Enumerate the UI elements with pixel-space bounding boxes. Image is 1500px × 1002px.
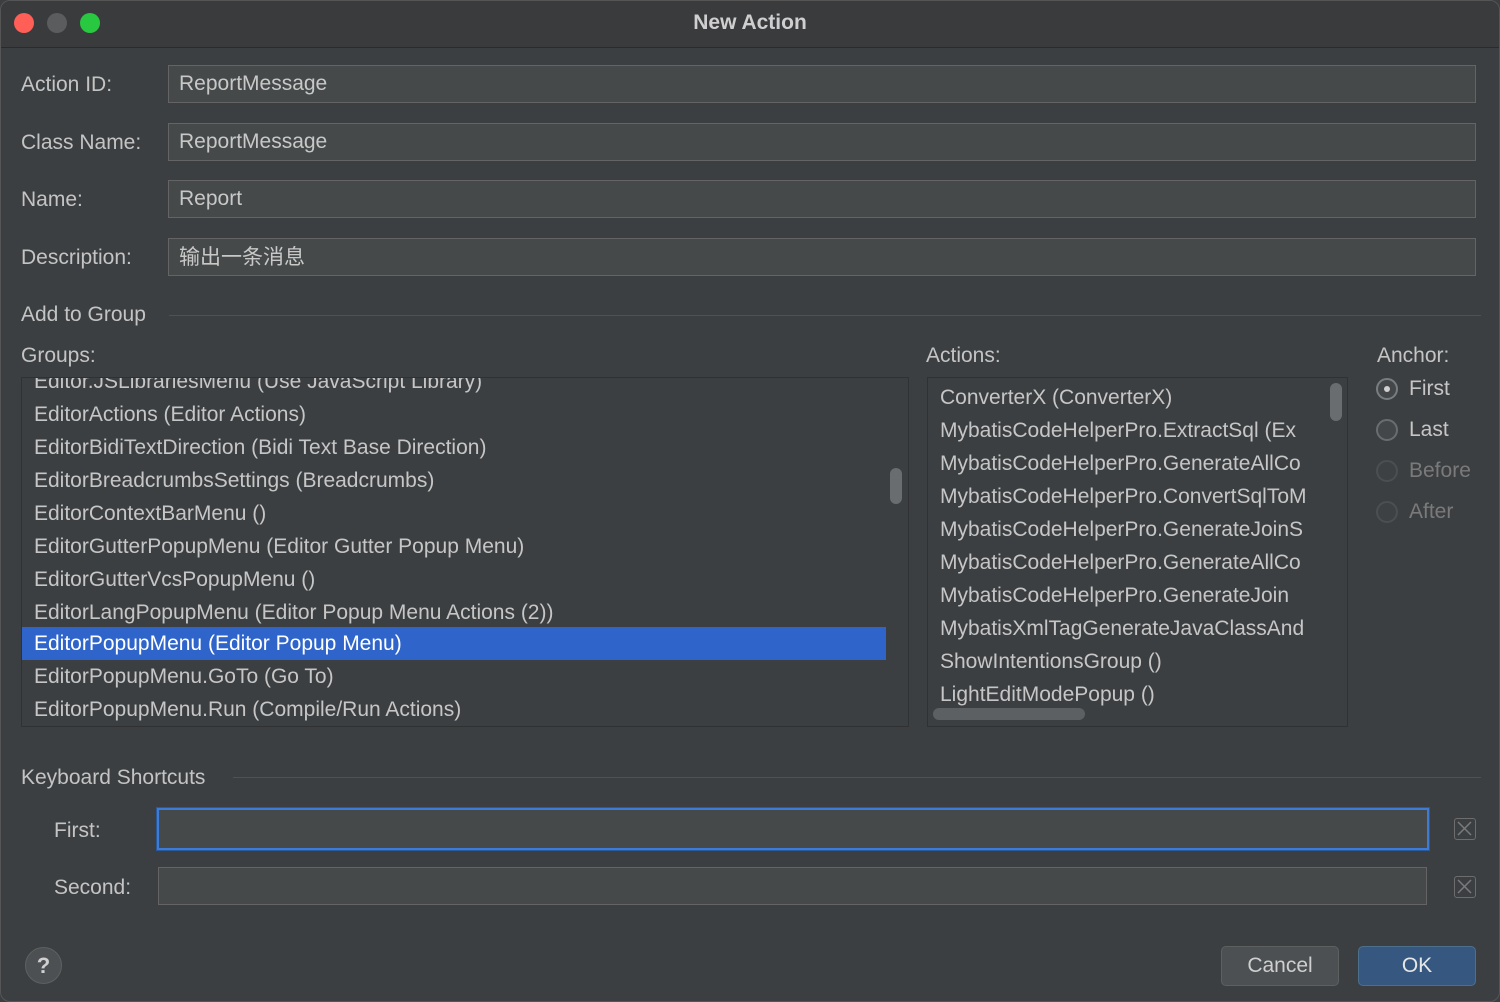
description-label: Description: bbox=[21, 246, 132, 269]
groups-scrollbar[interactable] bbox=[890, 468, 902, 504]
actions-list[interactable]: ConverterX (ConverterX) MybatisCodeHelpe… bbox=[927, 377, 1348, 727]
clear-x-icon[interactable] bbox=[1454, 818, 1476, 840]
anchor-after-label: After bbox=[1409, 500, 1454, 523]
anchor-first-radio[interactable] bbox=[1376, 378, 1398, 400]
clear-x-icon[interactable] bbox=[1454, 876, 1476, 898]
second-shortcut-field[interactable] bbox=[158, 867, 1427, 905]
first-shortcut-label: First: bbox=[54, 819, 101, 842]
list-item[interactable]: EditorLangPopupMenu (Editor Popup Menu A… bbox=[22, 596, 908, 629]
groups-label: Groups: bbox=[21, 344, 96, 367]
anchor-after-radio bbox=[1376, 501, 1398, 523]
actions-label: Actions: bbox=[926, 344, 1001, 367]
description-field[interactable]: 输出一条消息 bbox=[168, 238, 1476, 276]
list-item[interactable]: MybatisCodeHelperPro.ConvertSqlToM bbox=[928, 480, 1325, 513]
first-shortcut-field[interactable] bbox=[157, 808, 1429, 850]
question-icon[interactable]: ? bbox=[25, 947, 62, 984]
list-item[interactable]: EditorContextBarMenu () bbox=[22, 497, 908, 530]
list-item[interactable]: EditorActions (Editor Actions) bbox=[22, 398, 908, 431]
action-id-field[interactable]: ReportMessage bbox=[168, 65, 1476, 103]
actions-horizontal-scrollbar[interactable] bbox=[933, 708, 1085, 720]
list-item[interactable]: LightEditModePopup () bbox=[928, 678, 1325, 711]
list-item[interactable]: ShowIntentionsGroup () bbox=[928, 645, 1325, 678]
list-item[interactable]: EditorBidiTextDirection (Bidi Text Base … bbox=[22, 431, 908, 464]
list-item[interactable]: ConverterX (ConverterX) bbox=[928, 381, 1325, 414]
ok-button[interactable]: OK bbox=[1358, 946, 1476, 986]
groups-list[interactable]: Editor.JSLibrariesMenu (Use JavaScript L… bbox=[21, 377, 909, 727]
action-id-label: Action ID: bbox=[21, 73, 113, 96]
list-item[interactable]: MybatisCodeHelperPro.ExtractSql (Ex bbox=[928, 414, 1325, 447]
anchor-label: Anchor: bbox=[1377, 344, 1450, 367]
list-item[interactable]: EditorPopupMenu.Run (Compile/Run Actions… bbox=[22, 693, 908, 726]
keyboard-shortcuts-title: Keyboard Shortcuts bbox=[21, 766, 206, 789]
list-item[interactable]: EditorBreadcrumbsSettings (Breadcrumbs) bbox=[22, 464, 908, 497]
list-item[interactable]: MybatisCodeHelperPro.GenerateAllCo bbox=[928, 546, 1325, 579]
list-item[interactable]: EditorPopupMenu.GoTo (Go To) bbox=[22, 660, 908, 693]
second-shortcut-label: Second: bbox=[54, 876, 132, 899]
list-item[interactable]: EditorGutterVcsPopupMenu () bbox=[22, 563, 908, 596]
name-field[interactable]: Report bbox=[168, 180, 1476, 218]
title-bar: New Action bbox=[1, 1, 1499, 48]
list-item[interactable]: EditorGutterPopupMenu (Editor Gutter Pop… bbox=[22, 530, 908, 563]
class-name-label: Class Name: bbox=[21, 131, 142, 154]
list-item[interactable]: MybatisXmlTagGenerateJavaClassAnd bbox=[928, 612, 1325, 645]
shortcuts-separator bbox=[233, 777, 1481, 778]
group-separator bbox=[169, 315, 1481, 316]
list-item[interactable]: MybatisCodeHelperPro.GenerateAllCo bbox=[928, 447, 1325, 480]
list-item-selected[interactable]: EditorPopupMenu (Editor Popup Menu) bbox=[22, 627, 886, 660]
list-item[interactable]: MybatisCodeHelperPro.GenerateJoinS bbox=[928, 513, 1325, 546]
cancel-button[interactable]: Cancel bbox=[1221, 946, 1339, 986]
name-label: Name: bbox=[21, 188, 83, 211]
list-item[interactable]: Editor.JSLibrariesMenu (Use JavaScript L… bbox=[22, 378, 908, 398]
anchor-last-label[interactable]: Last bbox=[1409, 418, 1449, 442]
anchor-first-label[interactable]: First bbox=[1409, 377, 1450, 401]
new-action-dialog: New Action Action ID: ReportMessage Clas… bbox=[0, 0, 1500, 1002]
window-title: New Action bbox=[693, 11, 807, 34]
class-name-field[interactable]: ReportMessage bbox=[168, 123, 1476, 161]
anchor-before-label: Before bbox=[1409, 459, 1471, 482]
list-item[interactable]: MybatisCodeHelperPro.GenerateJoin bbox=[928, 579, 1325, 612]
anchor-last-radio[interactable] bbox=[1376, 419, 1398, 441]
add-to-group-title: Add to Group bbox=[21, 303, 146, 326]
actions-vertical-scrollbar[interactable] bbox=[1330, 383, 1342, 421]
anchor-before-radio bbox=[1376, 460, 1398, 482]
